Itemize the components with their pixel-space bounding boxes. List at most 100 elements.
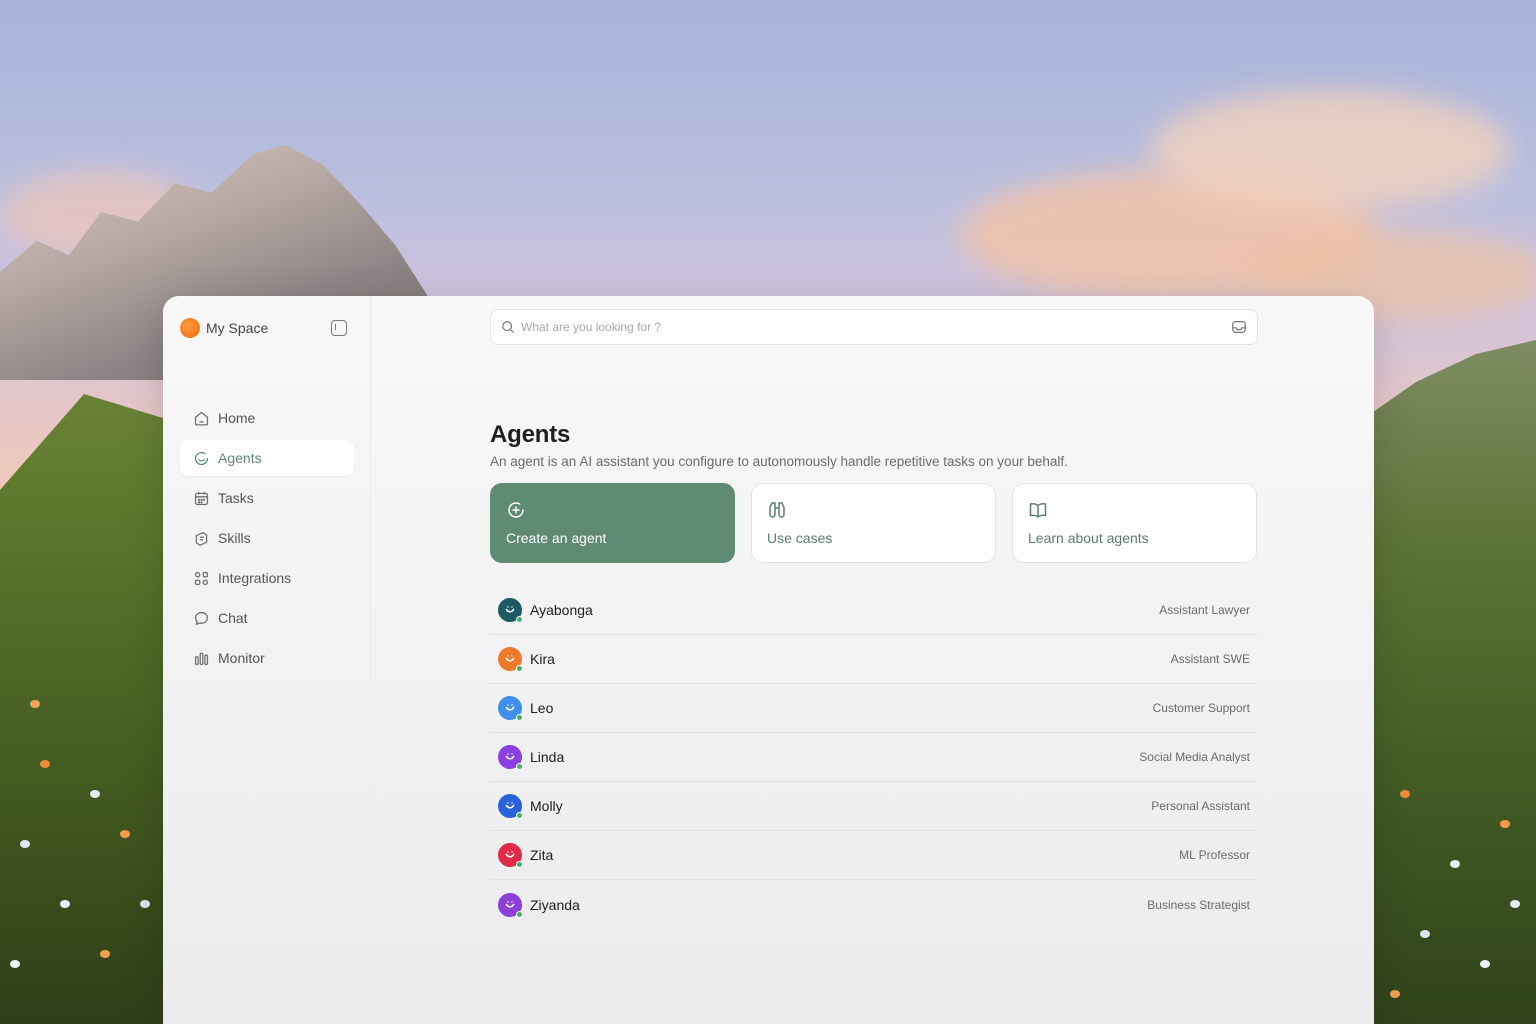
sidebar-item-skills[interactable]: Skills [180, 520, 354, 556]
sidebar-toggle-icon[interactable] [331, 320, 347, 336]
flower [100, 950, 110, 958]
agent-role: Personal Assistant [1151, 799, 1250, 813]
agents-list: Ayabonga Assistant Lawyer Kira Assistant SW… [490, 586, 1258, 929]
online-status-dot [516, 910, 523, 918]
flower [140, 900, 150, 908]
integrations-icon [192, 569, 210, 587]
flower [1450, 860, 1460, 868]
flower [1480, 960, 1490, 968]
search-bar[interactable] [490, 309, 1258, 345]
page-title: Agents [490, 421, 571, 448]
smiley-icon [505, 802, 515, 809]
flower [30, 700, 40, 708]
sidebar-item-tasks[interactable]: Tasks [180, 480, 354, 516]
bar-chart-icon [192, 649, 210, 667]
sidebar-item-integrations[interactable]: Integrations [180, 560, 354, 596]
agent-name: Ayabonga [530, 602, 593, 618]
sidebar: My Space Home Agents Tasks Skills Integr… [163, 296, 371, 1024]
agent-role: Assistant Lawyer [1159, 603, 1250, 617]
online-status-dot [516, 665, 523, 672]
flower [120, 830, 130, 838]
agent-name: Linda [530, 749, 565, 765]
agent-avatar [498, 843, 523, 868]
sidebar-item-home[interactable]: Home [180, 400, 354, 436]
sidebar-item-label: Home [218, 410, 256, 426]
sidebar-nav: Home Agents Tasks Skills Integrations Ch… [180, 400, 354, 676]
binoculars-icon [767, 500, 787, 520]
agent-row[interactable]: Linda Social Media Analyst [490, 733, 1258, 782]
chat-icon [192, 609, 210, 627]
learn-about-agents-card[interactable]: Learn about agents [1012, 483, 1257, 563]
plus-circle-icon [506, 500, 526, 520]
agent-row[interactable]: Zita ML Professor [490, 831, 1258, 880]
sidebar-item-monitor[interactable]: Monitor [180, 640, 354, 676]
agent-avatar [498, 696, 523, 721]
agent-avatar [498, 892, 523, 918]
agent-avatar [498, 647, 523, 672]
workspace-name: My Space [206, 320, 269, 336]
agent-avatar [498, 745, 523, 770]
agent-name: Molly [530, 798, 563, 814]
sidebar-item-label: Agents [218, 450, 262, 466]
agent-name: Ziyanda [530, 896, 580, 913]
online-status-dot [516, 861, 523, 868]
search-input[interactable] [521, 320, 1231, 334]
flower [1390, 990, 1400, 998]
agent-name: Zita [530, 847, 554, 863]
flower [1500, 820, 1510, 828]
agent-role: Business Strategist [1147, 897, 1250, 912]
agent-role: ML Professor [1179, 848, 1250, 862]
card-label: Learn about agents [1028, 530, 1149, 546]
use-cases-card[interactable]: Use cases [751, 483, 996, 563]
skills-icon [192, 529, 210, 547]
sidebar-item-agents[interactable]: Agents [180, 440, 354, 476]
page-subtitle: An agent is an AI assistant you configur… [490, 454, 1068, 469]
smiley-icon [505, 753, 515, 760]
workspace-switcher[interactable]: My Space [180, 318, 354, 338]
online-status-dot [516, 812, 523, 819]
agents-icon [192, 449, 210, 467]
agent-row[interactable]: Kira Assistant SWE [490, 635, 1258, 684]
workspace-logo [180, 318, 200, 338]
agent-row[interactable]: Leo Customer Support [490, 684, 1258, 733]
agent-role: Social Media Analyst [1139, 750, 1250, 764]
online-status-dot [516, 714, 523, 721]
smiley-icon [505, 900, 515, 908]
flower [1510, 900, 1520, 908]
agent-name: Kira [530, 651, 555, 667]
sidebar-item-label: Tasks [218, 490, 254, 506]
create-agent-card[interactable]: Create an agent [490, 483, 735, 563]
agent-name: Leo [530, 700, 554, 716]
main-content: Agents An agent is an AI assistant you c… [371, 296, 1374, 1024]
agent-avatar [498, 794, 523, 819]
app-window: My Space Home Agents Tasks Skills Integr… [163, 296, 1374, 1024]
flower [10, 960, 20, 968]
agent-avatar [498, 598, 523, 623]
flower [1400, 790, 1410, 798]
sidebar-item-label: Integrations [218, 570, 292, 586]
sidebar-item-chat[interactable]: Chat [180, 600, 354, 636]
smiley-icon [505, 851, 515, 858]
agent-row[interactable]: Ziyanda Business Strategist [490, 880, 1258, 929]
book-icon [1028, 500, 1048, 520]
action-cards: Create an agent Use cases Learn about ag… [490, 483, 1257, 563]
inbox-icon[interactable] [1231, 319, 1247, 335]
smiley-icon [505, 704, 515, 711]
flower [1420, 930, 1430, 938]
agent-role: Assistant SWE [1170, 652, 1250, 666]
flower [40, 760, 50, 768]
sidebar-item-label: Chat [218, 610, 248, 626]
cloud [1150, 90, 1510, 210]
smiley-icon [505, 655, 515, 662]
agent-row[interactable]: Molly Personal Assistant [490, 782, 1258, 831]
flower [60, 900, 70, 908]
sidebar-item-label: Skills [218, 530, 251, 546]
smiley-icon [505, 606, 515, 613]
agent-role: Customer Support [1152, 701, 1250, 715]
flower [20, 840, 30, 848]
search-icon [501, 320, 515, 334]
calendar-icon [192, 489, 210, 507]
card-label: Use cases [767, 530, 833, 546]
home-icon [192, 409, 210, 427]
agent-row[interactable]: Ayabonga Assistant Lawyer [490, 586, 1258, 635]
